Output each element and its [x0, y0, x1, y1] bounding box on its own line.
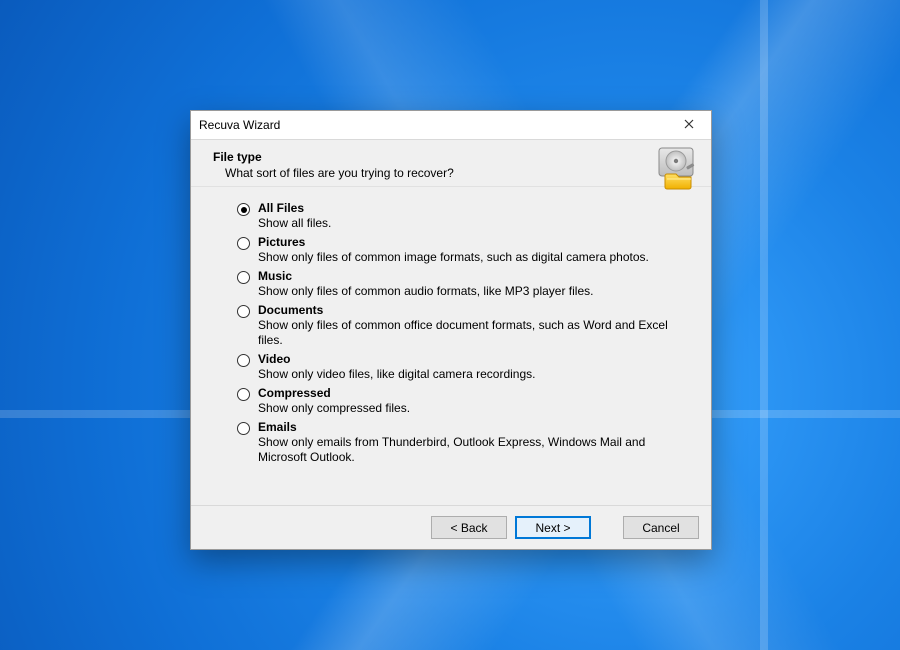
radio-icon	[237, 354, 250, 367]
radio-icon	[237, 388, 250, 401]
option-label: Documents	[258, 303, 678, 318]
radio-icon	[237, 305, 250, 318]
cancel-button[interactable]: Cancel	[623, 516, 699, 539]
option-text: All Files Show all files.	[258, 201, 331, 231]
close-button[interactable]	[669, 112, 709, 138]
wizard-dialog: Recuva Wizard File type What sort of fil…	[190, 110, 712, 550]
option-desc: Show only files of common image formats,…	[258, 250, 649, 265]
option-desc: Show only video files, like digital came…	[258, 367, 535, 382]
titlebar: Recuva Wizard	[191, 111, 711, 140]
option-text: Video Show only video files, like digita…	[258, 352, 535, 382]
close-icon	[684, 118, 694, 132]
option-desc: Show only files of common audio formats,…	[258, 284, 593, 299]
header-subtitle: What sort of files are you trying to rec…	[225, 166, 697, 180]
option-label: Emails	[258, 420, 678, 435]
radio-icon	[237, 422, 250, 435]
radio-icon	[237, 237, 250, 250]
option-label: Compressed	[258, 386, 410, 401]
option-desc: Show only files of common office documen…	[258, 318, 678, 348]
option-text: Compressed Show only compressed files.	[258, 386, 410, 416]
option-label: Music	[258, 269, 593, 284]
wizard-header: File type What sort of files are you try…	[191, 140, 711, 186]
button-gap	[599, 516, 615, 539]
option-documents[interactable]: Documents Show only files of common offi…	[237, 303, 687, 348]
option-label: All Files	[258, 201, 331, 216]
option-desc: Show only emails from Thunderbird, Outlo…	[258, 435, 678, 465]
hard-drive-icon	[655, 146, 699, 190]
option-label: Video	[258, 352, 535, 367]
option-text: Documents Show only files of common offi…	[258, 303, 678, 348]
options-area: All Files Show all files. Pictures Show …	[191, 187, 711, 505]
option-desc: Show all files.	[258, 216, 331, 231]
next-button[interactable]: Next >	[515, 516, 591, 539]
option-text: Music Show only files of common audio fo…	[258, 269, 593, 299]
wizard-footer: < Back Next > Cancel	[191, 505, 711, 549]
option-video[interactable]: Video Show only video files, like digita…	[237, 352, 687, 382]
option-music[interactable]: Music Show only files of common audio fo…	[237, 269, 687, 299]
header-title: File type	[213, 150, 697, 164]
window-title: Recuva Wizard	[199, 118, 280, 132]
radio-icon	[237, 271, 250, 284]
option-text: Pictures Show only files of common image…	[258, 235, 649, 265]
radio-icon	[237, 203, 250, 216]
option-label: Pictures	[258, 235, 649, 250]
option-text: Emails Show only emails from Thunderbird…	[258, 420, 678, 465]
option-compressed[interactable]: Compressed Show only compressed files.	[237, 386, 687, 416]
desktop-background: Recuva Wizard File type What sort of fil…	[0, 0, 900, 650]
back-button[interactable]: < Back	[431, 516, 507, 539]
option-emails[interactable]: Emails Show only emails from Thunderbird…	[237, 420, 687, 465]
option-desc: Show only compressed files.	[258, 401, 410, 416]
option-all-files[interactable]: All Files Show all files.	[237, 201, 687, 231]
option-pictures[interactable]: Pictures Show only files of common image…	[237, 235, 687, 265]
